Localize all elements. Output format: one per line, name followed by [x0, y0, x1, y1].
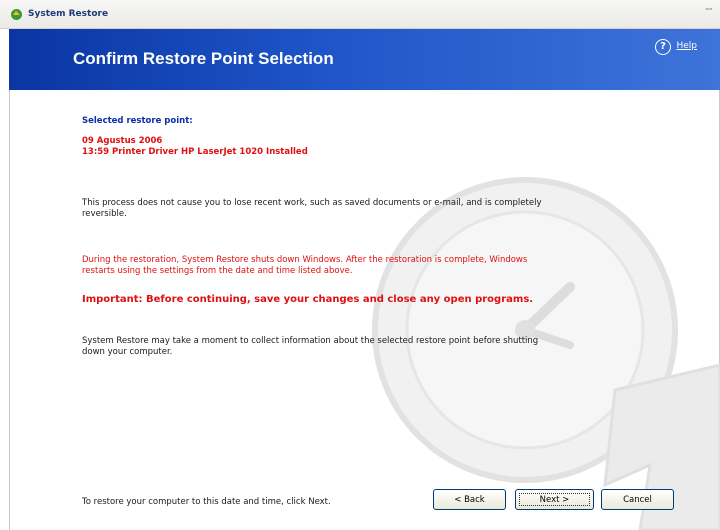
- help-link[interactable]: Help: [676, 41, 697, 51]
- restore-point-description: 13:59 Printer Driver HP LaserJet 1020 In…: [82, 147, 308, 157]
- window-title: System Restore: [28, 9, 109, 19]
- focus-rectangle: [519, 493, 590, 506]
- selected-restore-point-label: Selected restore point:: [82, 116, 193, 126]
- system-restore-icon: [11, 9, 22, 20]
- window-titlebar: System Restore ꟷ: [0, 0, 720, 29]
- header-banner: Confirm Restore Point Selection ? Help: [9, 29, 720, 90]
- reversible-note: This process does not cause you to lose …: [82, 198, 542, 219]
- content-left-border: [9, 90, 10, 530]
- help-icon[interactable]: ?: [655, 39, 671, 55]
- window-menu-button[interactable]: ꟷ: [705, 4, 712, 15]
- next-button[interactable]: Next >: [515, 489, 594, 510]
- collect-info-note: System Restore may take a moment to coll…: [82, 336, 539, 357]
- page-title: Confirm Restore Point Selection: [73, 49, 334, 68]
- back-button[interactable]: < Back: [433, 489, 506, 510]
- restore-point-date: 09 Agustus 2006: [82, 136, 163, 146]
- cancel-button[interactable]: Cancel: [601, 489, 674, 510]
- footer-instruction: To restore your computer to this date an…: [82, 497, 331, 507]
- important-warning: Important: Before continuing, save your …: [82, 294, 534, 305]
- shutdown-note: During the restoration, System Restore s…: [82, 255, 528, 276]
